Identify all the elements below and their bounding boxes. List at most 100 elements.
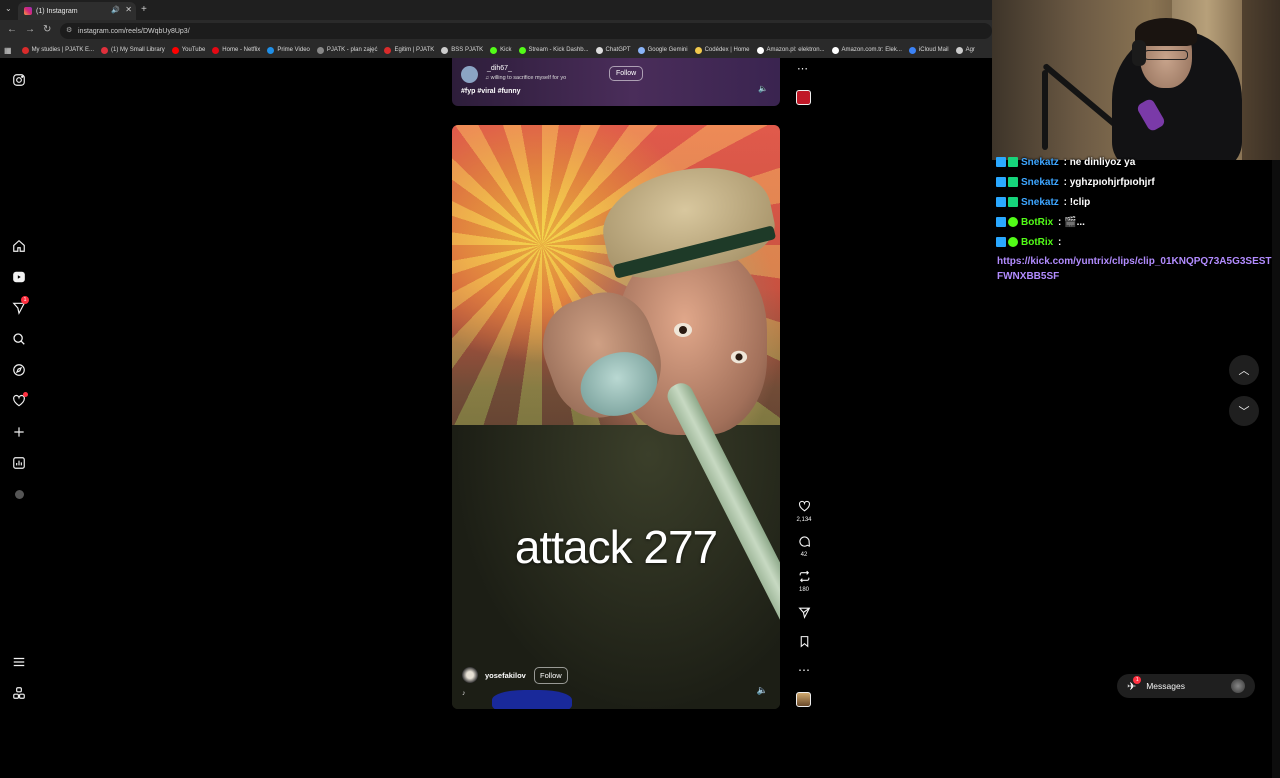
chat-username[interactable]: Snekatz	[1021, 177, 1059, 188]
share-button[interactable]	[790, 606, 818, 622]
bookmark-favicon-icon	[694, 46, 702, 54]
bookmark-label: Home - Netflix	[222, 47, 261, 53]
save-button[interactable]	[790, 635, 818, 651]
bookmark-item[interactable]: iCloud Mail	[908, 46, 949, 54]
also-from-meta-icon[interactable]	[11, 685, 27, 701]
comment-button[interactable]: 42	[790, 535, 818, 558]
reel-follow-button[interactable]: Follow	[534, 667, 568, 684]
scroll-down-button[interactable]: ﹀	[1229, 396, 1259, 426]
reel-mute-icon[interactable]: 🔈	[757, 685, 768, 696]
prev-reel-username[interactable]: _dih67_	[487, 65, 512, 72]
explore-icon[interactable]	[11, 362, 27, 378]
page-scrollbar[interactable]	[1272, 116, 1280, 778]
bookmark-item[interactable]: Prime Video	[267, 46, 310, 54]
webcam-glasses	[1144, 50, 1188, 60]
home-icon[interactable]	[11, 238, 27, 254]
repost-button[interactable]: 180	[790, 570, 818, 593]
bookmark-item[interactable]: My studies | PJATK E...	[21, 46, 95, 54]
chat-separator: :	[1060, 177, 1070, 188]
prev-reel-avatar[interactable]	[461, 66, 478, 83]
tab-search-icon[interactable]: ⌄	[5, 4, 12, 13]
instagram-logo-icon[interactable]	[11, 72, 27, 88]
chat-separator: :	[1055, 217, 1065, 228]
bookmark-item[interactable]: Kick	[490, 46, 512, 54]
bookmark-label: iCloud Mail	[918, 47, 949, 53]
site-info-icon[interactable]: ⚙	[66, 26, 72, 34]
tab-title: (1) Instagram	[36, 7, 78, 15]
chat-username[interactable]: BotRix	[1021, 237, 1053, 248]
chevron-up-icon: ︿	[1238, 365, 1250, 377]
chat-separator: :	[1060, 197, 1070, 208]
bookmark-item[interactable]: (1) My Small Library	[101, 46, 165, 54]
bookmark-label: BSS PJATK	[451, 47, 484, 53]
bookmark-item[interactable]: YouTube	[171, 46, 205, 54]
bookmark-label: Agr	[965, 47, 975, 53]
bookmark-item[interactable]: Codédex | Home	[694, 46, 750, 54]
previous-reel[interactable]: _dih67_ ♫ willing to sacrifice myself fo…	[452, 58, 780, 106]
messages-button[interactable]: ✈ 1 Messages	[1117, 674, 1255, 698]
bookmark-item[interactable]: Agr	[955, 46, 975, 54]
prev-reel-audio-thumbnail[interactable]	[796, 90, 811, 105]
chat-badges	[996, 237, 1018, 248]
browser-tab[interactable]: (1) Instagram 🔊 ✕	[18, 2, 136, 20]
prev-reel-more-icon[interactable]: ⋯	[797, 62, 808, 75]
bookmark-item[interactable]: Egitim | PJATK	[384, 46, 434, 54]
bookmark-item[interactable]: BSS PJATK	[441, 46, 484, 54]
prev-reel-hashtags[interactable]: #fyp #viral #funny	[461, 88, 521, 95]
chat-username[interactable]: Snekatz	[1021, 197, 1059, 208]
prev-reel-mute-icon[interactable]: 🔈	[758, 84, 768, 93]
more-menu-icon[interactable]	[11, 654, 27, 670]
bookmark-label: My studies | PJATK E...	[31, 47, 95, 53]
chat-username[interactable]: BotRix	[1021, 217, 1053, 228]
bookmark-favicon-icon	[441, 46, 449, 54]
profile-avatar[interactable]	[11, 486, 27, 502]
bookmark-favicon-icon	[595, 46, 603, 54]
reload-icon[interactable]: ↻	[43, 24, 51, 35]
reel-audio-icon[interactable]: ♪	[462, 690, 466, 697]
dashboard-icon[interactable]	[11, 455, 27, 471]
messages-label: Messages	[1146, 681, 1185, 691]
reel-audio-thumbnail[interactable]	[796, 692, 811, 707]
chat-text: !clip	[1069, 197, 1091, 208]
back-icon[interactable]: ←	[7, 24, 17, 35]
more-options-button[interactable]: ⋯	[790, 663, 818, 677]
chat-text: ne dinliyoz ya	[1069, 157, 1136, 168]
reel-video[interactable]: attack 277 yosefakilov Follow ♪ 🔈	[452, 125, 780, 709]
bookmark-favicon-icon	[756, 46, 764, 54]
apps-icon[interactable]: ▦	[4, 46, 12, 55]
chat-separator: :	[1060, 157, 1070, 168]
more-dots-icon: ⋯	[798, 663, 810, 677]
bookmark-label: PJATK - plan zajęć	[326, 47, 378, 53]
bookmark-item[interactable]: PJATK - plan zajęć	[316, 46, 378, 54]
bookmark-item[interactable]: Amazon.com.tr: Elek...	[831, 46, 902, 54]
bookmark-label: Kick	[500, 47, 512, 53]
bookmark-favicon-icon	[955, 46, 963, 54]
bookmark-item[interactable]: Home - Netflix	[212, 46, 261, 54]
bookmark-item[interactable]: ChatGPT	[595, 46, 631, 54]
bookmark-item[interactable]: Google Gemini	[637, 46, 688, 54]
messages-icon[interactable]: 1	[11, 296, 29, 316]
search-icon[interactable]	[11, 331, 27, 347]
notifications-heart-icon[interactable]	[11, 392, 28, 409]
new-tab-button[interactable]: +	[141, 4, 147, 15]
bookmark-item[interactable]: Stream - Kick Dashb...	[518, 46, 589, 54]
scroll-up-button[interactable]: ︿	[1229, 355, 1259, 385]
tab-close-icon[interactable]: ✕	[125, 5, 132, 14]
chat-clip-link[interactable]: https://kick.com/yuntrix/clips/clip_01KN…	[997, 254, 1275, 284]
forward-icon[interactable]: →	[25, 24, 35, 35]
reels-icon[interactable]	[11, 269, 27, 285]
create-plus-icon[interactable]	[11, 424, 27, 440]
chevron-down-icon: ﹀	[1238, 406, 1250, 418]
like-button[interactable]: 2,134	[790, 500, 818, 523]
prev-reel-audio[interactable]: ♫ willing to sacrifice myself for yo	[485, 75, 597, 81]
messenger-icon: ✈ 1	[1127, 675, 1142, 693]
bookmark-item[interactable]: Amazon.pl: elektron...	[756, 46, 825, 54]
url-input[interactable]: ⚙ instagram.com/reels/DWqbUy8Up3/	[60, 23, 992, 39]
tab-audio-icon[interactable]: 🔊	[111, 6, 120, 14]
reel-owner-avatar[interactable]	[462, 667, 478, 683]
prev-reel-follow-button[interactable]: Follow	[609, 66, 644, 81]
reel-owner-username[interactable]: yosefakilov	[485, 671, 526, 680]
chat-username[interactable]: Snekatz	[1021, 157, 1059, 168]
subscriber-badge-icon	[1008, 197, 1018, 208]
notification-badge: 1	[21, 296, 29, 304]
